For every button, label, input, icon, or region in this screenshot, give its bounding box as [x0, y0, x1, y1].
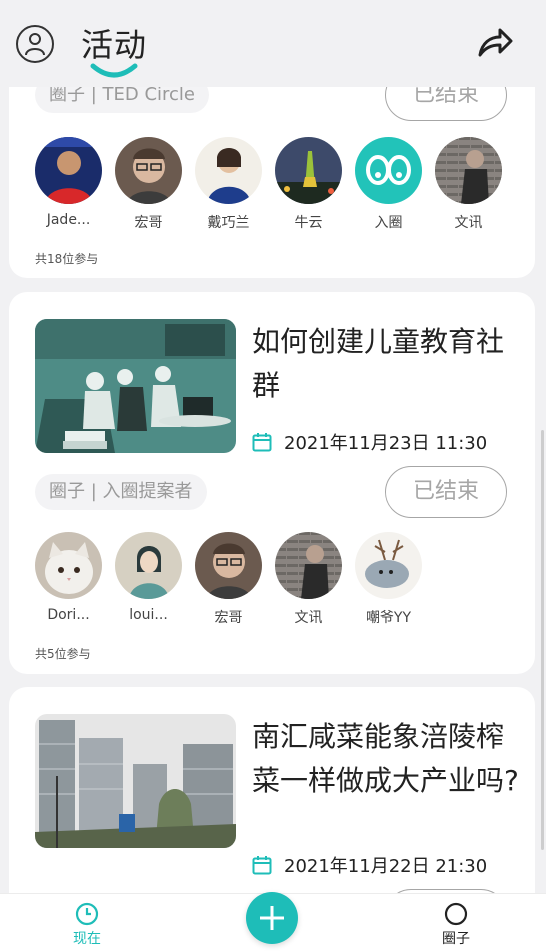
avatar — [115, 532, 182, 599]
participant-count: 共18位参与 — [35, 252, 99, 266]
date-text: 2021年11月23日 11:30 — [284, 433, 488, 454]
person-icon — [25, 33, 45, 56]
activity-title[interactable]: 如何创建儿童教育社群 — [252, 320, 522, 408]
participant-name: 文讯 — [294, 610, 323, 626]
page-title: 活动 — [81, 26, 148, 64]
avatar — [115, 137, 182, 204]
participant-name: 牛云 — [294, 215, 323, 231]
plus-icon — [260, 906, 284, 930]
avatar — [195, 532, 262, 599]
participant[interactable]: 文讯 — [435, 137, 502, 232]
participant[interactable]: 入圈 — [355, 137, 422, 232]
share-arrow-icon[interactable] — [476, 25, 514, 59]
avatar — [355, 532, 422, 599]
participant[interactable]: 牛云 — [275, 137, 342, 232]
nav-circle-tab[interactable]: 圈子 — [426, 902, 486, 948]
participant[interactable]: Jade... — [35, 137, 102, 232]
avatar — [275, 137, 342, 204]
participant[interactable]: 嘲爷YY — [355, 532, 422, 627]
nav-circle-label: 圈子 — [442, 931, 470, 947]
clock-icon — [75, 902, 99, 926]
avatar — [275, 532, 342, 599]
header-bar: 活动 — [0, 0, 546, 87]
activity-title[interactable]: 南汇咸菜能象涪陵榨菜一样做成大产业吗? — [252, 715, 522, 803]
participant[interactable]: loui... — [115, 532, 182, 627]
participant-name: 宏哥 — [214, 610, 243, 626]
participant-name: 戴巧兰 — [207, 215, 250, 231]
activity-date: 2021年11月23日 11:30 — [252, 429, 487, 455]
participant-name: Jade... — [46, 212, 91, 228]
scrollbar[interactable] — [541, 430, 544, 850]
participant[interactable]: 宏哥 — [115, 137, 182, 232]
circle-tag[interactable]: 圈子 | TED Circle — [35, 87, 210, 113]
participant-name: 宏哥 — [134, 215, 163, 231]
participant-list: Jade... 宏哥 戴巧兰 牛云 入圈 文讯 — [35, 137, 502, 232]
participant-count: 共5位参与 — [35, 647, 91, 661]
activity-date: 2021年11月22日 21:30 — [252, 852, 487, 878]
avatar — [35, 137, 102, 204]
status-ended-button[interactable]: 已结束 — [385, 466, 507, 518]
cover-image — [35, 319, 236, 453]
participant-name: 入圈 — [374, 215, 403, 231]
avatar — [435, 137, 502, 204]
participant[interactable]: 宏哥 — [195, 532, 262, 627]
activity-card[interactable]: 圈子 | TED Circle 已结束 Jade... 宏哥 戴巧兰 牛云 入圈 — [9, 87, 535, 278]
avatar — [35, 532, 102, 599]
participant[interactable]: Dori... — [35, 532, 102, 627]
participant-name: loui... — [129, 607, 168, 623]
participant-name: 文讯 — [454, 215, 483, 231]
activity-card[interactable]: 南汇咸菜能象涪陵榨菜一样做成大产业吗? 2021年11月22日 21:30 — [9, 687, 535, 893]
title-underline — [90, 63, 138, 78]
status-ended-button[interactable]: 已结束 — [385, 87, 507, 121]
circle-icon — [444, 902, 468, 926]
participant[interactable]: 文讯 — [275, 532, 342, 627]
cover-image — [35, 714, 236, 848]
nav-now-label: 现在 — [73, 931, 101, 947]
participant-name: Dori... — [47, 607, 90, 623]
circle-tag[interactable]: 圈子 | 入圈提案者 — [35, 474, 207, 510]
calendar-icon — [252, 856, 272, 875]
avatar — [355, 137, 422, 204]
avatar — [195, 137, 262, 204]
participant-name: 嘲爷YY — [365, 610, 412, 626]
participant[interactable]: 戴巧兰 — [195, 137, 262, 232]
date-text: 2021年11月22日 21:30 — [284, 856, 488, 877]
participant-list: Dori... loui... 宏哥 文讯 嘲爷YY — [35, 532, 422, 627]
profile-button[interactable] — [16, 25, 54, 63]
nav-now-tab[interactable]: 现在 — [57, 902, 117, 948]
activity-card[interactable]: 如何创建儿童教育社群 2021年11月23日 11:30 圈子 | 入圈提案者 … — [9, 292, 535, 674]
activity-feed[interactable]: 圈子 | TED Circle 已结束 Jade... 宏哥 戴巧兰 牛云 入圈 — [0, 87, 546, 893]
add-activity-button[interactable] — [246, 892, 298, 944]
calendar-icon — [252, 433, 272, 452]
